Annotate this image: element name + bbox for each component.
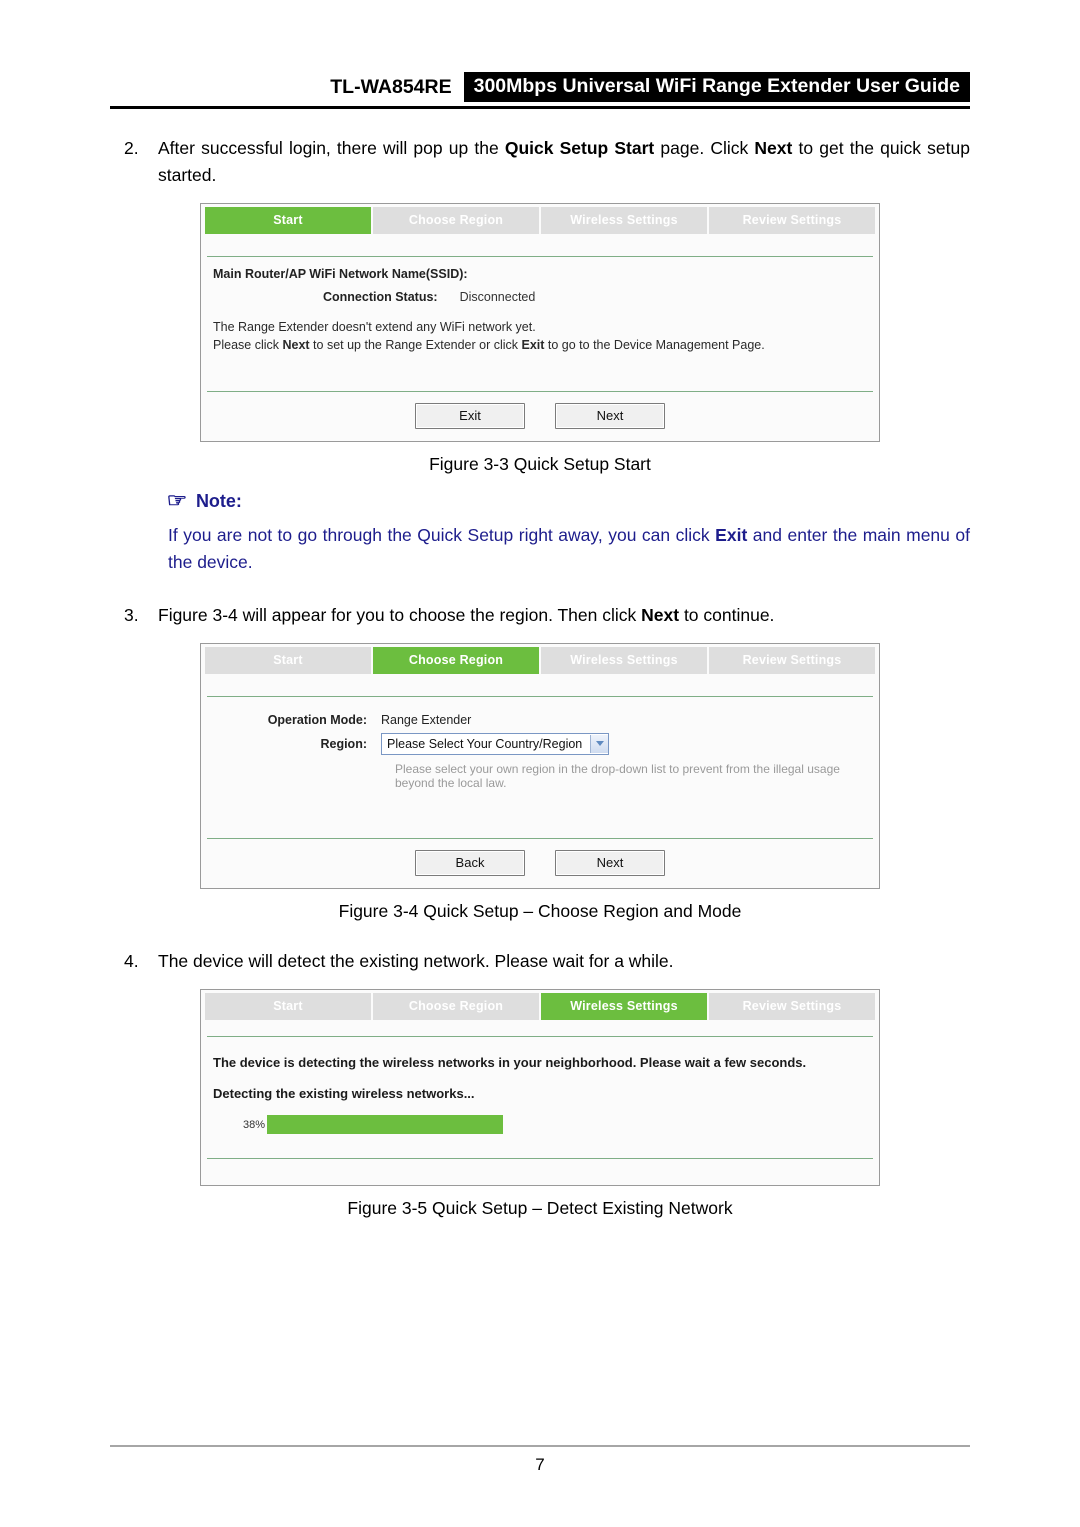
step-3-text-part1: Figure 3-4 will appear for you to choose… (158, 604, 642, 625)
figure-3-4-tab-start[interactable]: Start (205, 646, 371, 674)
note-heading-label: Note: (195, 490, 242, 511)
figure-3-3-exit-button[interactable]: Exit (415, 402, 525, 429)
page-footer: 7 (110, 1445, 970, 1475)
figure-3-3-connection-status-label: Connection Status: (323, 290, 438, 305)
step-2-text: After successful login, there will pop u… (158, 135, 970, 189)
figure-3-5-tab-wireless-settings[interactable]: Wireless Settings (541, 993, 707, 1020)
figure-3-3-info-bold-next: Next (282, 338, 310, 353)
page-number: 7 (535, 1455, 545, 1474)
step-3-bold-next: Next (641, 604, 680, 625)
note-body-text: If you are not to go through the Quick S… (168, 522, 970, 576)
chevron-down-icon[interactable] (590, 734, 609, 753)
figure-3-4-region-label: Region: (320, 736, 367, 751)
figure-3-3-connection-status-value: Disconnected (459, 290, 536, 305)
step-2-bold-next: Next (754, 138, 793, 158)
figure-3-3-ssid-label: Main Router/AP WiFi Network Name(SSID): (213, 267, 468, 282)
figure-3-3-info-line-2-a: Please click (213, 338, 283, 353)
pointing-hand-icon: ☞ (166, 490, 188, 512)
figure-3-5-tabs: Start Choose Region Wireless Settings Re… (201, 990, 879, 1020)
figure-3-3-caption: Figure 3-3 Quick Setup Start (429, 453, 651, 474)
figure-3-4-tabs: Start Choose Region Wireless Settings Re… (201, 643, 879, 674)
step-4-text: The device will detect the existing netw… (158, 950, 674, 971)
figure-3-3-info-line-2-c: to set up the Range Extender or click (309, 338, 522, 353)
step-2: 2. After successful login, there will po… (110, 135, 970, 189)
figure-3-5-progress-percent: 38% (243, 1118, 266, 1131)
figure-3-4-screenshot: Start Choose Region Wireless Settings Re… (200, 642, 880, 889)
figure-3-4-spacer (213, 790, 867, 826)
figure-3-3-content: Main Router/AP WiFi Network Name(SSID): … (201, 257, 879, 390)
caret-shape (595, 741, 604, 747)
figure-3-5-tab-start[interactable]: Start (205, 993, 371, 1020)
document-page: TL-WA854RE 300Mbps Universal WiFi Range … (0, 0, 1080, 1527)
figure-3-5-tab-review-settings[interactable]: Review Settings (709, 993, 875, 1020)
figure-3-5-tabs-gap (201, 1020, 879, 1036)
figure-3-4-operation-mode-value: Range Extender (381, 712, 472, 727)
figure-3-3-info-line-1: The Range Extender doesn't extend any Wi… (213, 320, 536, 335)
figure-3-5-caption: Figure 3-5 Quick Setup – Detect Existing… (347, 1198, 733, 1218)
figure-3-5-footer-area (201, 1159, 879, 1185)
figure-3-4-next-button[interactable]: Next (555, 849, 665, 876)
figure-3-4-operation-mode-label: Operation Mode: (267, 712, 367, 727)
figure-3-3-tabs-gap (201, 234, 879, 257)
figure-3-4-operation-mode-row: Operation Mode: Range Extender (213, 713, 867, 727)
figure-3-3-info-line-2-e: to go to the Device Management Page. (544, 338, 765, 353)
step-4: 4. The device will detect the existing n… (110, 948, 970, 975)
figure-3-3-info-bold-exit: Exit (521, 338, 545, 353)
figure-3-4-back-button[interactable]: Back (415, 849, 525, 876)
step-2-bold-quick-setup-start: Quick Setup Start (504, 138, 655, 158)
figure-3-5-progress: 38% (213, 1115, 867, 1134)
figure-3-3-info-line-2: Please click Next to set up the Range Ex… (213, 336, 867, 354)
figure-3-3-screenshot: Start Choose Region Wireless Settings Re… (200, 203, 880, 442)
step-2-text-part2: page. Click (654, 138, 755, 158)
figure-3-5-screenshot: Start Choose Region Wireless Settings Re… (200, 989, 880, 1186)
note-text-part1: If you are not to go through the Quick S… (168, 524, 716, 545)
figure-3-3-tab-choose-region[interactable]: Choose Region (373, 207, 539, 235)
figure-3-4-region-hint: Please select your own region in the dro… (395, 761, 840, 790)
step-3-number: 3. (124, 604, 139, 625)
figure-3-4-tabs-gap (201, 673, 879, 696)
step-2-text-part1: After successful login, there will pop u… (158, 138, 505, 158)
step-3: 3. Figure 3-4 will appear for you to cho… (110, 602, 970, 629)
figure-3-3-info-text: The Range Extender doesn't extend any Wi… (213, 318, 867, 354)
figure-3-3-tab-wireless-settings[interactable]: Wireless Settings (541, 207, 707, 235)
figure-3-4-region-row: Region: Please Select Your Country/Regio… (213, 732, 867, 755)
figure-3-4-caption: Figure 3-4 Quick Setup – Choose Region a… (338, 900, 742, 921)
figure-3-4-button-bar: Back Next (201, 838, 879, 888)
figure-3-5-status-line-2: Detecting the existing wireless networks… (213, 1086, 475, 1101)
figure-3-3-tabs: Start Choose Region Wireless Settings Re… (201, 204, 879, 235)
figure-3-4-region-select[interactable]: Please Select Your Country/Region (381, 732, 610, 755)
figure-3-3-tab-start[interactable]: Start (205, 207, 371, 235)
step-2-number: 2. (124, 138, 139, 158)
figure-3-3-button-bar: Exit Next (201, 391, 879, 441)
figure-3-5-tab-choose-region[interactable]: Choose Region (373, 993, 539, 1020)
header-model: TL-WA854RE (330, 76, 452, 98)
figure-3-4-region-select-value: Please Select Your Country/Region (387, 736, 583, 751)
figure-3-4-tab-wireless-settings[interactable]: Wireless Settings (541, 646, 707, 674)
figure-3-5-content: The device is detecting the wireless net… (201, 1037, 879, 1158)
note-heading-row: ☞ Note: (166, 490, 970, 512)
figure-3-3-next-button[interactable]: Next (555, 402, 665, 429)
figure-3-4-tab-choose-region[interactable]: Choose Region (373, 646, 539, 674)
running-header: TL-WA854RE 300Mbps Universal WiFi Range … (110, 0, 970, 102)
figure-3-3-tab-review-settings[interactable]: Review Settings (709, 207, 875, 235)
figure-3-4-tab-review-settings[interactable]: Review Settings (709, 646, 875, 674)
figure-3-3-connection-status-row: Connection Status: Disconnected (213, 290, 867, 304)
step-3-text-part2: to continue. (679, 604, 775, 625)
figure-3-5-spacer (213, 1134, 867, 1152)
note-bold-exit: Exit (715, 524, 748, 545)
figure-3-4-content: Operation Mode: Range Extender Region: P… (201, 697, 879, 838)
figure-3-3-spacer (213, 355, 867, 379)
step-3-text: Figure 3-4 will appear for you to choose… (158, 602, 970, 629)
figure-3-5-progress-bar (267, 1115, 503, 1134)
figure-3-5-status-line-1: The device is detecting the wireless net… (213, 1055, 807, 1070)
step-4-number: 4. (124, 950, 139, 971)
header-title: 300Mbps Universal WiFi Range Extender Us… (463, 71, 970, 102)
header-rule (110, 106, 970, 109)
